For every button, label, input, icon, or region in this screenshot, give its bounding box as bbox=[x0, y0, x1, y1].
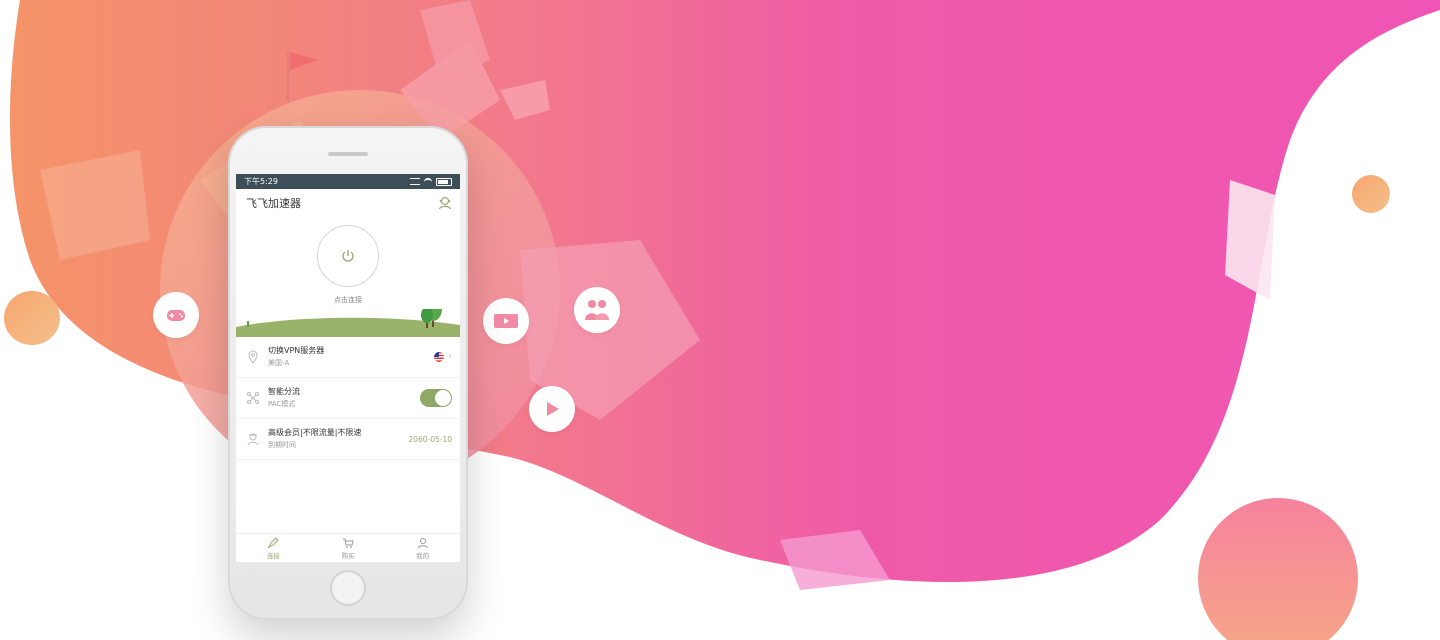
tab-connect-label: 连接 bbox=[266, 551, 280, 560]
connect-label: 点击连接 bbox=[334, 296, 362, 304]
status-icons bbox=[410, 177, 452, 186]
expiry-label: 到期时间 bbox=[268, 441, 296, 449]
smart-route-mode: PAC模式 bbox=[268, 400, 296, 408]
support-icon[interactable] bbox=[438, 196, 452, 210]
server-value: 美国-A bbox=[268, 359, 290, 367]
wifi-icon bbox=[424, 177, 432, 186]
power-icon bbox=[342, 250, 354, 262]
member-icon bbox=[247, 433, 259, 446]
battery-icon bbox=[436, 177, 452, 186]
power-button[interactable] bbox=[317, 225, 379, 287]
app-header: 飞飞加速器 bbox=[236, 189, 460, 217]
people-icon bbox=[585, 300, 609, 320]
gamepad-icon bbox=[167, 310, 185, 321]
signal-icon bbox=[410, 178, 420, 185]
smart-route-row: 智能分流 PAC模式 bbox=[236, 378, 460, 419]
membership-title: 高级会员|不限流量|不限速 bbox=[268, 428, 362, 437]
chevron-right-icon: › bbox=[448, 352, 452, 362]
hill-illustration bbox=[236, 309, 460, 337]
tab-buy[interactable]: 购买 bbox=[311, 534, 386, 562]
dot-right bbox=[1352, 175, 1390, 213]
tab-profile-label: 我的 bbox=[416, 551, 430, 560]
status-time: 下午5:29 bbox=[244, 177, 278, 186]
network-icon bbox=[247, 392, 259, 404]
cart-icon bbox=[343, 538, 354, 548]
tab-buy-label: 购买 bbox=[341, 551, 355, 560]
video-badge bbox=[483, 298, 529, 344]
server-title: 切换VPN服务器 bbox=[268, 346, 325, 355]
hero-banner: 下午5:29 飞飞加速器 点击连接 切换VPN服务器 美国-A › 智能分流 P… bbox=[0, 0, 1440, 640]
tab-bar: 连接 购买 我的 bbox=[236, 533, 460, 562]
phone-mockup: 下午5:29 飞飞加速器 点击连接 切换VPN服务器 美国-A › 智能分流 P… bbox=[228, 126, 468, 620]
dot-left bbox=[4, 291, 60, 345]
video-icon bbox=[494, 314, 518, 328]
background-illustration bbox=[4, 0, 1440, 640]
membership-row: 高级会员|不限流量|不限速 到期时间 2060-05-10 bbox=[236, 419, 460, 460]
play-icon bbox=[547, 402, 559, 416]
play-badge bbox=[529, 386, 575, 432]
dot-bottom-right bbox=[1198, 498, 1358, 640]
connect-area: 点击连接 bbox=[236, 217, 460, 337]
location-pin-icon bbox=[248, 350, 258, 364]
app-screen: 下午5:29 飞飞加速器 点击连接 切换VPN服务器 美国-A › 智能分流 P… bbox=[236, 174, 460, 562]
profile-icon bbox=[417, 537, 428, 548]
server-row[interactable]: 切换VPN服务器 美国-A › bbox=[236, 337, 460, 378]
smart-route-title: 智能分流 bbox=[268, 387, 300, 396]
expiry-date: 2060-05-10 bbox=[408, 434, 452, 444]
gamepad-badge bbox=[153, 292, 199, 338]
tab-connect[interactable]: 连接 bbox=[236, 534, 311, 562]
toggle-knob bbox=[435, 390, 451, 406]
tab-profile[interactable]: 我的 bbox=[385, 534, 460, 562]
people-badge bbox=[574, 287, 620, 333]
rocket-icon bbox=[267, 536, 280, 548]
app-title: 飞飞加速器 bbox=[246, 197, 301, 210]
phone-home-button bbox=[330, 570, 366, 606]
status-bar: 下午5:29 bbox=[236, 174, 460, 189]
phone-speaker bbox=[328, 152, 368, 156]
smart-route-toggle[interactable] bbox=[420, 389, 452, 407]
us-flag-icon bbox=[434, 352, 445, 362]
